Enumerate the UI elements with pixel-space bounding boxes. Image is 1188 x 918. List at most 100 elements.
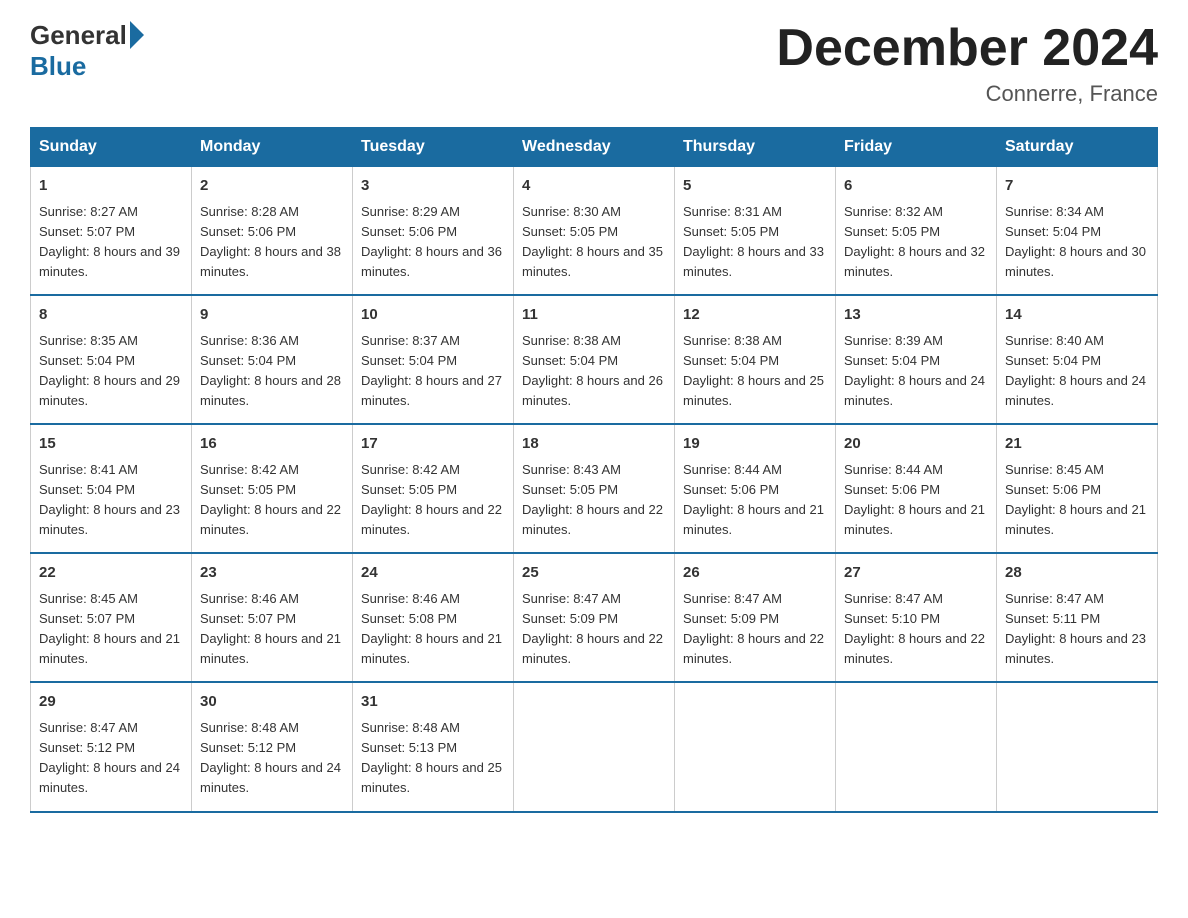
calendar-cell <box>836 682 997 811</box>
day-number: 7 <box>1005 175 1149 198</box>
calendar-cell: 31 Sunrise: 8:48 AMSunset: 5:13 PMDayligh… <box>353 682 514 811</box>
day-info: Sunrise: 8:48 AMSunset: 5:13 PMDaylight:… <box>361 720 502 795</box>
calendar-cell: 3 Sunrise: 8:29 AMSunset: 5:06 PMDaylight… <box>353 167 514 296</box>
day-info: Sunrise: 8:44 AMSunset: 5:06 PMDaylight:… <box>844 462 985 537</box>
calendar-cell <box>514 682 675 811</box>
day-number: 19 <box>683 433 827 456</box>
day-number: 11 <box>522 304 666 327</box>
calendar-cell: 23 Sunrise: 8:46 AMSunset: 5:07 PMDayligh… <box>192 553 353 682</box>
day-info: Sunrise: 8:46 AMSunset: 5:08 PMDaylight:… <box>361 591 502 666</box>
day-number: 29 <box>39 691 183 714</box>
day-info: Sunrise: 8:41 AMSunset: 5:04 PMDaylight:… <box>39 462 180 537</box>
day-number: 28 <box>1005 562 1149 585</box>
day-info: Sunrise: 8:42 AMSunset: 5:05 PMDaylight:… <box>200 462 341 537</box>
day-number: 17 <box>361 433 505 456</box>
day-number: 3 <box>361 175 505 198</box>
day-info: Sunrise: 8:40 AMSunset: 5:04 PMDaylight:… <box>1005 333 1146 408</box>
calendar-cell <box>675 682 836 811</box>
calendar-cell: 27 Sunrise: 8:47 AMSunset: 5:10 PMDayligh… <box>836 553 997 682</box>
calendar-cell: 12 Sunrise: 8:38 AMSunset: 5:04 PMDayligh… <box>675 295 836 424</box>
day-info: Sunrise: 8:32 AMSunset: 5:05 PMDaylight:… <box>844 204 985 279</box>
day-number: 18 <box>522 433 666 456</box>
calendar-week-row: 22Sunrise: 8:45 AMSunset: 5:07 PMDayligh… <box>31 553 1158 682</box>
calendar-cell: 29 Sunrise: 8:47 AMSunset: 5:12 PMDayligh… <box>31 682 192 811</box>
day-info: Sunrise: 8:47 AMSunset: 5:10 PMDaylight:… <box>844 591 985 666</box>
day-info: Sunrise: 8:46 AMSunset: 5:07 PMDaylight:… <box>200 591 341 666</box>
calendar-cell: 18 Sunrise: 8:43 AMSunset: 5:05 PMDayligh… <box>514 424 675 553</box>
day-info: Sunrise: 8:47 AMSunset: 5:09 PMDaylight:… <box>522 591 663 666</box>
day-number: 31 <box>361 691 505 714</box>
calendar-week-row: 15 Sunrise: 8:41 AMSunset: 5:04 PMDayligh… <box>31 424 1158 553</box>
day-info: Sunrise: 8:43 AMSunset: 5:05 PMDaylight:… <box>522 462 663 537</box>
calendar-cell: 4Sunrise: 8:30 AMSunset: 5:05 PMDaylight… <box>514 167 675 296</box>
day-number: 5 <box>683 175 827 198</box>
day-info: Sunrise: 8:34 AMSunset: 5:04 PMDaylight:… <box>1005 204 1146 279</box>
day-info: Sunrise: 8:38 AMSunset: 5:04 PMDaylight:… <box>522 333 663 408</box>
calendar-cell: 17Sunrise: 8:42 AMSunset: 5:05 PMDayligh… <box>353 424 514 553</box>
day-number: 10 <box>361 304 505 327</box>
day-info: Sunrise: 8:45 AMSunset: 5:07 PMDaylight:… <box>39 591 180 666</box>
day-info: Sunrise: 8:30 AMSunset: 5:05 PMDaylight:… <box>522 204 663 279</box>
calendar-header-row: SundayMondayTuesdayWednesdayThursdayFrid… <box>31 128 1158 167</box>
day-number: 12 <box>683 304 827 327</box>
day-info: Sunrise: 8:38 AMSunset: 5:04 PMDaylight:… <box>683 333 824 408</box>
location-text: Connerre, France <box>776 81 1158 107</box>
calendar-week-row: 29 Sunrise: 8:47 AMSunset: 5:12 PMDayligh… <box>31 682 1158 811</box>
day-info: Sunrise: 8:29 AMSunset: 5:06 PMDaylight:… <box>361 204 502 279</box>
day-info: Sunrise: 8:35 AMSunset: 5:04 PMDaylight:… <box>39 333 180 408</box>
month-title: December 2024 <box>776 20 1158 77</box>
day-info: Sunrise: 8:44 AMSunset: 5:06 PMDaylight:… <box>683 462 824 537</box>
day-number: 15 <box>39 433 183 456</box>
day-number: 6 <box>844 175 988 198</box>
day-number: 25 <box>522 562 666 585</box>
calendar-cell: 24 Sunrise: 8:46 AMSunset: 5:08 PMDayligh… <box>353 553 514 682</box>
day-number: 16 <box>200 433 344 456</box>
calendar-cell: 20Sunrise: 8:44 AMSunset: 5:06 PMDayligh… <box>836 424 997 553</box>
day-info: Sunrise: 8:47 AMSunset: 5:09 PMDaylight:… <box>683 591 824 666</box>
day-info: Sunrise: 8:27 AMSunset: 5:07 PMDaylight:… <box>39 204 180 279</box>
day-info: Sunrise: 8:47 AMSunset: 5:12 PMDaylight:… <box>39 720 180 795</box>
calendar-week-row: 1 Sunrise: 8:27 AMSunset: 5:07 PMDaylight… <box>31 167 1158 296</box>
calendar-cell: 26 Sunrise: 8:47 AMSunset: 5:09 PMDayligh… <box>675 553 836 682</box>
calendar-cell: 19 Sunrise: 8:44 AMSunset: 5:06 PMDayligh… <box>675 424 836 553</box>
col-header-tuesday: Tuesday <box>353 128 514 167</box>
day-number: 24 <box>361 562 505 585</box>
col-header-thursday: Thursday <box>675 128 836 167</box>
day-info: Sunrise: 8:36 AMSunset: 5:04 PMDaylight:… <box>200 333 341 408</box>
calendar-cell: 16 Sunrise: 8:42 AMSunset: 5:05 PMDayligh… <box>192 424 353 553</box>
title-block: December 2024 Connerre, France <box>776 20 1158 107</box>
calendar-table: SundayMondayTuesdayWednesdayThursdayFrid… <box>30 127 1158 812</box>
day-number: 23 <box>200 562 344 585</box>
calendar-cell: 9 Sunrise: 8:36 AMSunset: 5:04 PMDaylight… <box>192 295 353 424</box>
calendar-cell: 11 Sunrise: 8:38 AMSunset: 5:04 PMDayligh… <box>514 295 675 424</box>
day-number: 9 <box>200 304 344 327</box>
col-header-saturday: Saturday <box>997 128 1158 167</box>
day-info: Sunrise: 8:39 AMSunset: 5:04 PMDaylight:… <box>844 333 985 408</box>
calendar-cell: 22Sunrise: 8:45 AMSunset: 5:07 PMDayligh… <box>31 553 192 682</box>
day-number: 1 <box>39 175 183 198</box>
day-info: Sunrise: 8:31 AMSunset: 5:05 PMDaylight:… <box>683 204 824 279</box>
day-number: 21 <box>1005 433 1149 456</box>
calendar-cell: 25 Sunrise: 8:47 AMSunset: 5:09 PMDayligh… <box>514 553 675 682</box>
calendar-cell: 8Sunrise: 8:35 AMSunset: 5:04 PMDaylight… <box>31 295 192 424</box>
calendar-cell <box>997 682 1158 811</box>
day-number: 2 <box>200 175 344 198</box>
day-number: 26 <box>683 562 827 585</box>
logo-blue-text: Blue <box>30 51 86 82</box>
col-header-sunday: Sunday <box>31 128 192 167</box>
calendar-week-row: 8Sunrise: 8:35 AMSunset: 5:04 PMDaylight… <box>31 295 1158 424</box>
day-info: Sunrise: 8:48 AMSunset: 5:12 PMDaylight:… <box>200 720 341 795</box>
day-number: 30 <box>200 691 344 714</box>
day-info: Sunrise: 8:28 AMSunset: 5:06 PMDaylight:… <box>200 204 341 279</box>
day-info: Sunrise: 8:45 AMSunset: 5:06 PMDaylight:… <box>1005 462 1146 537</box>
day-number: 27 <box>844 562 988 585</box>
calendar-cell: 7 Sunrise: 8:34 AMSunset: 5:04 PMDaylight… <box>997 167 1158 296</box>
day-number: 13 <box>844 304 988 327</box>
calendar-cell: 21 Sunrise: 8:45 AMSunset: 5:06 PMDayligh… <box>997 424 1158 553</box>
calendar-cell: 15 Sunrise: 8:41 AMSunset: 5:04 PMDayligh… <box>31 424 192 553</box>
day-info: Sunrise: 8:37 AMSunset: 5:04 PMDaylight:… <box>361 333 502 408</box>
logo-general-text: General <box>30 20 127 51</box>
logo: General Blue <box>30 20 144 82</box>
col-header-friday: Friday <box>836 128 997 167</box>
calendar-cell: 14Sunrise: 8:40 AMSunset: 5:04 PMDayligh… <box>997 295 1158 424</box>
